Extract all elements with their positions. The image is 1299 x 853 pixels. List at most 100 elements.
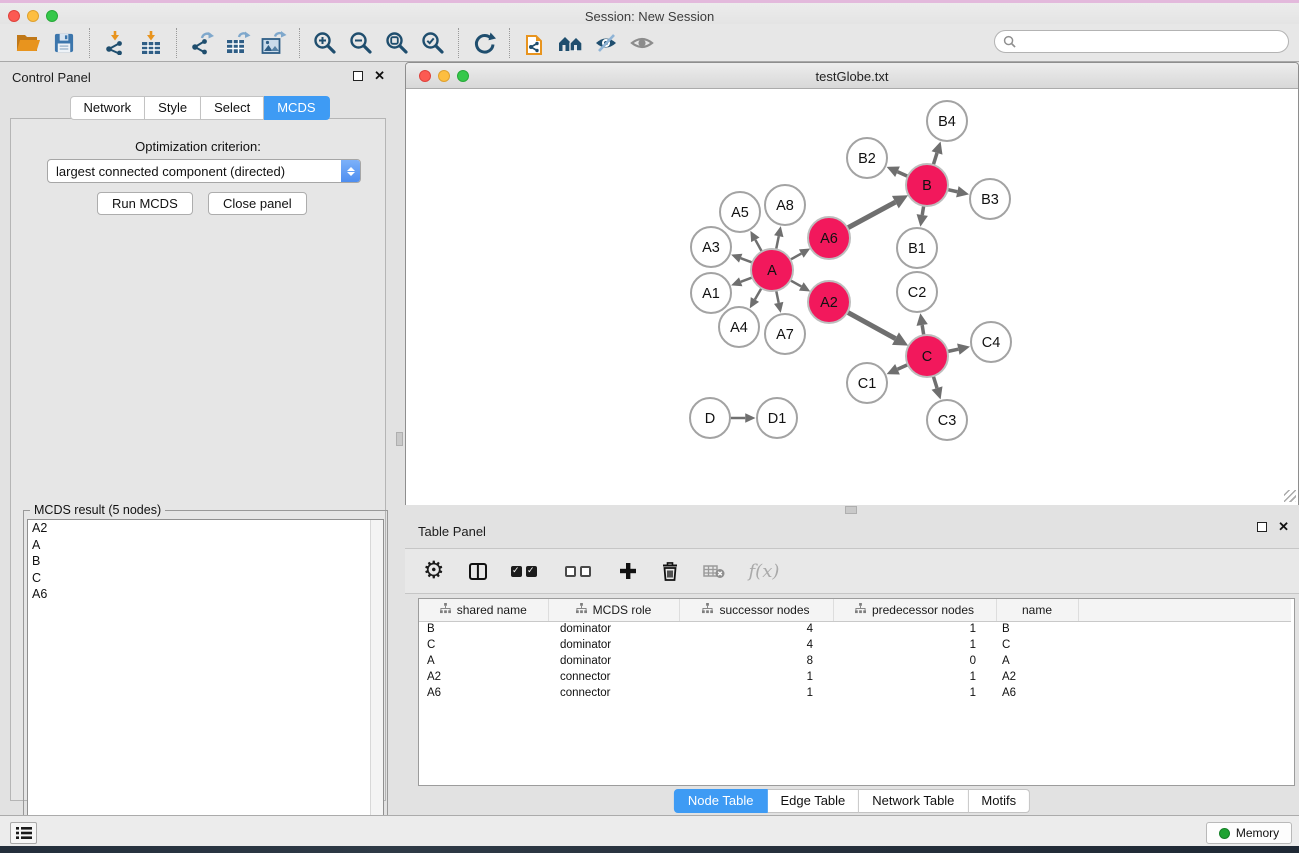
- tab-network[interactable]: Network: [69, 96, 145, 120]
- close-panel-button[interactable]: Close panel: [208, 192, 307, 215]
- table-cell[interactable]: 1: [679, 685, 833, 701]
- graph-edge-A2-C[interactable]: [847, 312, 895, 338]
- table-row[interactable]: A2connector11A2: [419, 669, 1291, 685]
- toggle-columns-icon[interactable]: [469, 563, 487, 580]
- table-row[interactable]: Cdominator41C: [419, 637, 1291, 653]
- import-table-from-file-icon[interactable]: [133, 27, 169, 59]
- new-network-from-selection-icon[interactable]: [517, 27, 553, 59]
- table-cell[interactable]: dominator: [548, 621, 679, 637]
- criterion-select[interactable]: largest connected component (directed): [47, 159, 361, 183]
- column-header-successor-nodes[interactable]: successor nodes: [679, 599, 833, 621]
- graph-edge-C-C4[interactable]: [948, 349, 959, 351]
- graph-edge-A-A2[interactable]: [790, 280, 801, 286]
- close-panel-icon[interactable]: ✕: [374, 71, 385, 81]
- table-cell[interactable]: B: [419, 621, 548, 637]
- table-row[interactable]: Bdominator41B: [419, 621, 1291, 637]
- graph-edge-A6-B[interactable]: [847, 202, 895, 228]
- zoom-out-icon[interactable]: [343, 27, 379, 59]
- import-network-from-file-icon[interactable]: [97, 27, 133, 59]
- graph-edge-B-B2[interactable]: [898, 172, 908, 177]
- tab-edge-table[interactable]: Edge Table: [767, 789, 859, 813]
- tab-network-table[interactable]: Network Table: [859, 789, 968, 813]
- graph-edge-C-C1[interactable]: [898, 365, 908, 370]
- graph-edge-A-A1[interactable]: [741, 277, 753, 281]
- float-panel-icon[interactable]: [1257, 522, 1267, 532]
- table-cell[interactable]: 1: [833, 685, 996, 701]
- graph-edge-A-A8[interactable]: [776, 236, 779, 249]
- tab-mcds[interactable]: MCDS: [264, 96, 329, 120]
- save-session-icon[interactable]: [46, 27, 82, 59]
- table-cell[interactable]: C: [996, 637, 1078, 653]
- graph-edge-A-A4[interactable]: [755, 288, 762, 299]
- table-cell[interactable]: dominator: [548, 653, 679, 669]
- table-cell[interactable]: A: [996, 653, 1078, 669]
- result-scrollbar[interactable]: [370, 520, 383, 849]
- graph-edge-C-C2[interactable]: [922, 325, 924, 335]
- table-cell[interactable]: dominator: [548, 637, 679, 653]
- hide-selected-icon[interactable]: [589, 27, 625, 59]
- graph-edge-B-B1[interactable]: [922, 206, 923, 215]
- close-panel-icon[interactable]: ✕: [1278, 522, 1289, 532]
- table-settings-gear-icon[interactable]: ⚙: [423, 560, 445, 582]
- zoom-fit-icon[interactable]: [379, 27, 415, 59]
- graph-edge-A-A3[interactable]: [741, 258, 753, 262]
- table-cell[interactable]: 4: [679, 621, 833, 637]
- first-neighbors-icon[interactable]: [553, 27, 589, 59]
- table-cell[interactable]: 4: [679, 637, 833, 653]
- tab-select[interactable]: Select: [201, 96, 264, 120]
- graph-edge-C-C3[interactable]: [933, 376, 937, 388]
- column-header-name[interactable]: name: [996, 599, 1078, 621]
- table-cell[interactable]: connector: [548, 685, 679, 701]
- tab-style[interactable]: Style: [145, 96, 201, 120]
- result-item[interactable]: A: [28, 537, 383, 554]
- table-cell[interactable]: A2: [996, 669, 1078, 685]
- show-all-icon[interactable]: [625, 27, 661, 59]
- export-table-icon[interactable]: [220, 27, 256, 59]
- open-session-icon[interactable]: [10, 27, 46, 59]
- delete-column-trash-icon[interactable]: [661, 561, 679, 581]
- table-cell[interactable]: A6: [996, 685, 1078, 701]
- search-box[interactable]: [994, 30, 1289, 53]
- result-item[interactable]: A6: [28, 586, 383, 603]
- search-input[interactable]: [1021, 35, 1280, 49]
- table-cell[interactable]: A: [419, 653, 548, 669]
- graph-edge-A-A6[interactable]: [790, 254, 801, 260]
- vertical-splitter-grip[interactable]: [396, 432, 403, 446]
- show-panel-list-button[interactable]: [10, 822, 37, 844]
- network-window-titlebar[interactable]: testGlobe.txt: [406, 63, 1298, 89]
- memory-button[interactable]: Memory: [1206, 822, 1292, 844]
- tab-motifs[interactable]: Motifs: [968, 789, 1030, 813]
- table-cell[interactable]: A6: [419, 685, 548, 701]
- column-header-shared-name[interactable]: shared name: [419, 599, 548, 621]
- table-cell[interactable]: 8: [679, 653, 833, 669]
- refresh-view-icon[interactable]: [466, 27, 502, 59]
- table-cell[interactable]: 1: [679, 669, 833, 685]
- graph-edge-B-B3[interactable]: [947, 190, 957, 192]
- table-cell[interactable]: connector: [548, 669, 679, 685]
- float-panel-icon[interactable]: [353, 71, 363, 81]
- graph-edge-A-A5[interactable]: [755, 240, 762, 252]
- zoom-in-icon[interactable]: [307, 27, 343, 59]
- result-item[interactable]: C: [28, 570, 383, 587]
- column-header-predecessor-nodes[interactable]: predecessor nodes: [833, 599, 996, 621]
- graph-edge-A-A7[interactable]: [776, 291, 778, 303]
- table-cell[interactable]: 1: [833, 621, 996, 637]
- horizontal-splitter-grip[interactable]: [845, 506, 857, 514]
- table-cell[interactable]: C: [419, 637, 548, 653]
- table-cell[interactable]: 1: [833, 637, 996, 653]
- table-cell[interactable]: A2: [419, 669, 548, 685]
- export-image-icon[interactable]: [256, 27, 292, 59]
- export-network-icon[interactable]: [184, 27, 220, 59]
- network-canvas[interactable]: AA1A2A3A4A5A6A7A8BB1B2B3B4CC1C2C3C4DD1: [406, 89, 1298, 505]
- tab-node-table[interactable]: Node Table: [674, 789, 768, 813]
- node-table[interactable]: shared nameMCDS rolesuccessor nodesprede…: [418, 598, 1295, 786]
- mcds-result-list[interactable]: A2ABCA6: [27, 519, 384, 850]
- zoom-selected-icon[interactable]: [415, 27, 451, 59]
- graph-edge-B-B4[interactable]: [933, 153, 937, 165]
- column-header-MCDS-role[interactable]: MCDS role: [548, 599, 679, 621]
- table-row[interactable]: A6connector11A6: [419, 685, 1291, 701]
- create-column-plus-icon[interactable]: [619, 562, 637, 580]
- table-cell[interactable]: 0: [833, 653, 996, 669]
- table-cell[interactable]: B: [996, 621, 1078, 637]
- table-row[interactable]: Adominator80A: [419, 653, 1291, 669]
